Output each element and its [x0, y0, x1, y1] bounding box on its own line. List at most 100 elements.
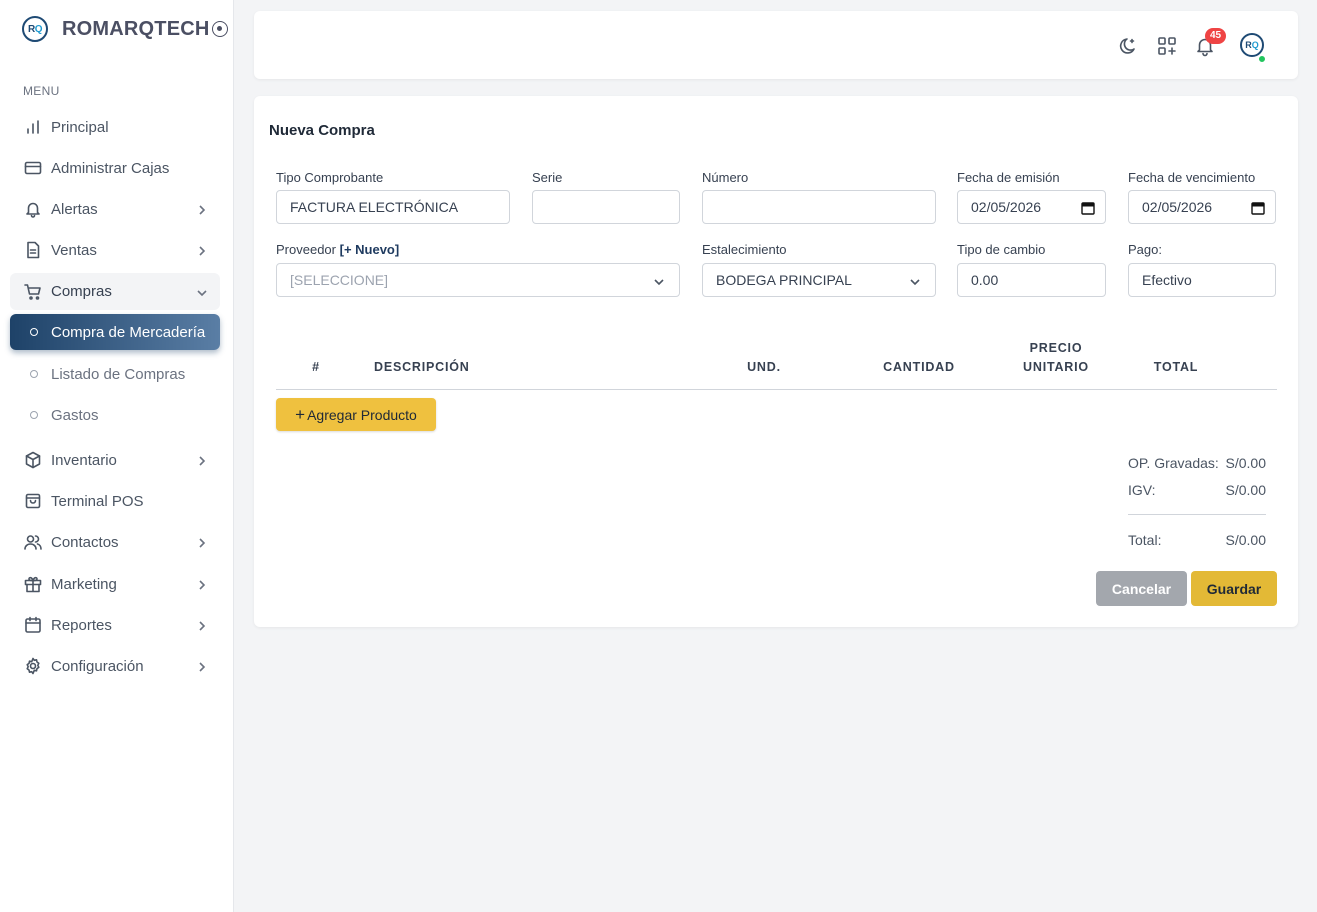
- gift-icon: [24, 575, 42, 593]
- sidebar-item-label: Principal: [51, 118, 109, 136]
- column-header-cantidad: CANTIDAD: [883, 360, 955, 374]
- chevron-right-icon: [196, 536, 208, 548]
- brand[interactable]: RQ ROMARQTECH: [22, 16, 228, 42]
- op-gravadas-label: OP. Gravadas:: [1128, 455, 1219, 471]
- bullet-icon: [30, 411, 38, 419]
- fecha-emision-field[interactable]: 02/05/2026: [957, 190, 1106, 224]
- sidebar-item-administrar-cajas[interactable]: Administrar Cajas: [10, 150, 220, 186]
- brand-name: ROMARQTECH: [62, 17, 210, 40]
- purchase-form-card: Nueva Compra Tipo Comprobante Serie Núme…: [254, 96, 1298, 627]
- sidebar-item-label: Ventas: [51, 241, 97, 259]
- chevron-right-icon: [196, 578, 208, 590]
- fecha-vencimiento-label: Fecha de vencimiento: [1128, 170, 1256, 185]
- tipo-cambio-field[interactable]: 0.00: [957, 263, 1106, 297]
- proveedor-placeholder: [SELECCIONE]: [290, 272, 389, 288]
- tipo-cambio-label: Tipo de cambio: [957, 242, 1046, 257]
- document-icon: [24, 241, 42, 259]
- calendar-icon[interactable]: [1081, 201, 1095, 215]
- column-header-total: TOTAL: [1153, 360, 1199, 374]
- total-label: Total:: [1128, 532, 1162, 548]
- sidebar-item-label: Configuración: [51, 657, 144, 675]
- establecimiento-select[interactable]: BODEGA PRINCIPAL: [702, 263, 936, 297]
- shopping-bag-icon: [24, 492, 42, 510]
- page-title: Nueva Compra: [269, 122, 375, 139]
- column-header-und: UND.: [747, 360, 781, 374]
- calendar-icon[interactable]: [1251, 201, 1265, 215]
- chevron-right-icon: [196, 454, 208, 466]
- brand-logo: RQ: [22, 16, 48, 42]
- chevron-down-icon: [653, 275, 665, 287]
- online-status-icon: [1258, 55, 1266, 63]
- sidebar-item-reportes[interactable]: Reportes: [10, 607, 220, 643]
- sidebar: RQ ROMARQTECH MENU Principal Administrar…: [0, 0, 234, 912]
- nuevo-proveedor-link[interactable]: [+ Nuevo]: [340, 242, 400, 257]
- establecimiento-label: Estalecimiento: [702, 242, 787, 257]
- sidebar-item-contactos[interactable]: Contactos: [10, 524, 220, 560]
- add-product-button[interactable]: + Agregar Producto: [276, 398, 436, 431]
- plus-icon: +: [295, 404, 306, 424]
- sidebar-item-ventas[interactable]: Ventas: [10, 232, 220, 268]
- column-header-precio: PRECIO: [1029, 341, 1083, 355]
- sidebar-item-label: Marketing: [51, 575, 117, 593]
- chevron-right-icon: [196, 244, 208, 256]
- sidebar-item-label: Compra de Mercadería: [51, 323, 206, 341]
- chevron-right-icon: [196, 619, 208, 631]
- bullet-icon: [30, 328, 38, 336]
- numero-field[interactable]: [702, 190, 936, 224]
- sidebar-item-label: Administrar Cajas: [51, 159, 170, 177]
- moon-icon[interactable]: [1117, 35, 1139, 57]
- sidebar-item-label: Contactos: [51, 533, 119, 551]
- proveedor-select[interactable]: [SELECCIONE]: [276, 263, 680, 297]
- serie-field[interactable]: [532, 190, 680, 224]
- sidebar-item-principal[interactable]: Principal: [10, 109, 220, 145]
- sidebar-item-configuracion[interactable]: Configuración: [10, 648, 220, 684]
- sidebar-subitem-listado-compras[interactable]: Listado de Compras: [10, 356, 220, 392]
- calendar-icon: [24, 616, 42, 634]
- sidebar-item-label: Gastos: [51, 406, 99, 424]
- sidebar-item-terminal-pos[interactable]: Terminal POS: [10, 483, 220, 519]
- gear-icon: [24, 657, 42, 675]
- sidebar-item-inventario[interactable]: Inventario: [10, 442, 220, 478]
- establecimiento-value: BODEGA PRINCIPAL: [716, 272, 852, 288]
- cart-icon: [24, 283, 42, 301]
- add-product-label: Agregar Producto: [307, 406, 417, 423]
- users-icon: [24, 533, 42, 551]
- igv-value: S/0.00: [1225, 482, 1266, 498]
- sidebar-toggle-icon[interactable]: [211, 21, 228, 37]
- igv-label: IGV:: [1128, 482, 1156, 498]
- fecha-vencimiento-field[interactable]: 02/05/2026: [1128, 190, 1276, 224]
- sidebar-item-compras[interactable]: Compras: [10, 273, 220, 310]
- sidebar-subitem-gastos[interactable]: Gastos: [10, 397, 220, 433]
- proveedor-label: Proveedor [+ Nuevo]: [276, 242, 399, 257]
- chevron-down-icon: [196, 286, 208, 298]
- chart-bars-icon: [24, 118, 42, 136]
- chevron-right-icon: [196, 203, 208, 215]
- column-header-descripcion: DESCRIPCIÓN: [374, 360, 470, 374]
- menu-label: MENU: [23, 84, 60, 98]
- apps-icon[interactable]: [1156, 35, 1178, 57]
- top-header: 45 RQ: [254, 11, 1298, 79]
- save-button[interactable]: Guardar: [1191, 571, 1277, 606]
- chevron-down-icon: [909, 275, 921, 287]
- table-header-divider: [276, 389, 1277, 390]
- pago-label: Pago:: [1128, 242, 1162, 257]
- column-header-number: #: [312, 360, 320, 374]
- sidebar-item-label: Inventario: [51, 451, 117, 469]
- sidebar-item-label: Terminal POS: [51, 492, 144, 510]
- avatar[interactable]: RQ: [1240, 33, 1264, 57]
- sidebar-item-alertas[interactable]: Alertas: [10, 191, 220, 227]
- bell-icon: [24, 200, 42, 218]
- sidebar-item-label: Reportes: [51, 616, 112, 634]
- op-gravadas-value: S/0.00: [1225, 455, 1266, 471]
- cancel-button[interactable]: Cancelar: [1096, 571, 1187, 606]
- sidebar-item-marketing[interactable]: Marketing: [10, 566, 220, 602]
- fecha-emision-label: Fecha de emisión: [957, 170, 1060, 185]
- fecha-vencimiento-value: 02/05/2026: [1142, 199, 1213, 215]
- summary-divider: [1128, 514, 1266, 515]
- serie-label: Serie: [532, 170, 563, 185]
- pago-field[interactable]: Efectivo: [1128, 263, 1276, 297]
- sidebar-item-label: Compras: [51, 283, 112, 300]
- tipo-comprobante-field[interactable]: FACTURA ELECTRÓNICA: [276, 190, 510, 224]
- fecha-emision-value: 02/05/2026: [971, 199, 1042, 215]
- sidebar-subitem-compra-mercaderia[interactable]: Compra de Mercadería: [10, 314, 220, 350]
